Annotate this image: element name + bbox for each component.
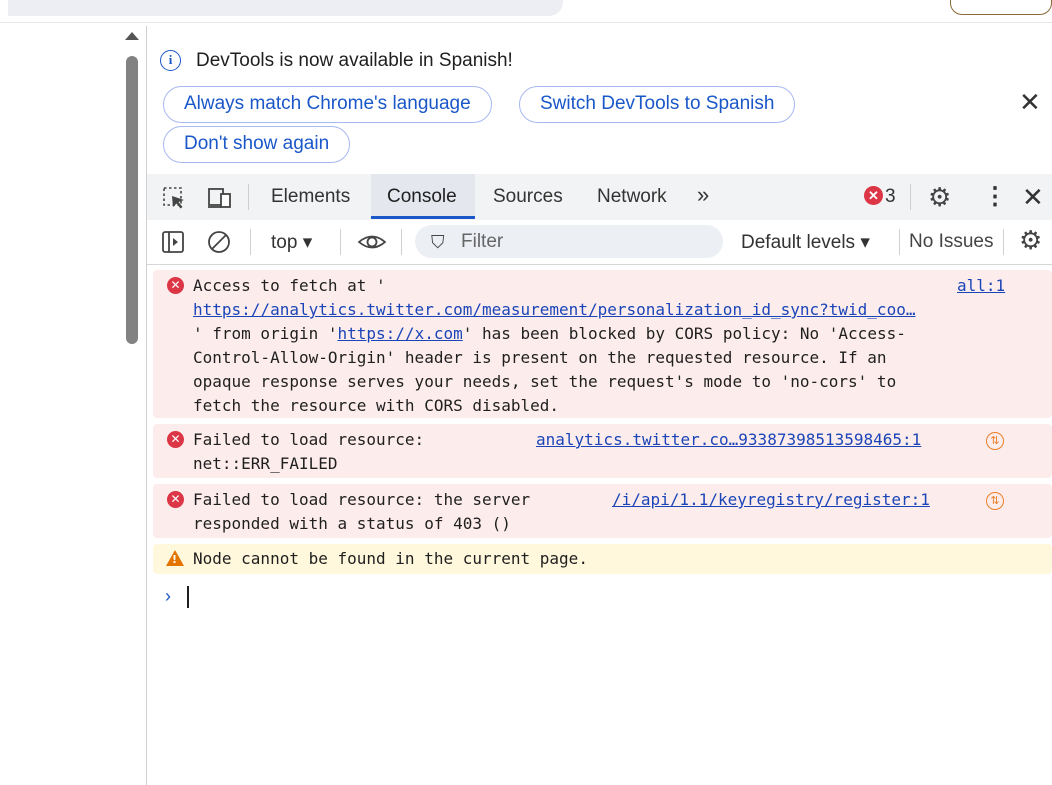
origin-link[interactable]: https://x.com [338, 324, 463, 343]
toolbar-button-fragment[interactable] [950, 0, 1052, 15]
settings-gear-icon[interactable]: ⚙ [928, 182, 951, 213]
error-icon: ✕ [167, 431, 184, 448]
log-levels-dropdown[interactable]: Default levels ▾ [741, 231, 870, 254]
network-request-icon[interactable]: ⇅ [986, 492, 1004, 510]
message-text: Access to fetch at ' https://analytics.t… [193, 274, 915, 418]
source-link[interactable]: /i/api/1.1/keyregistry/register:1 [612, 488, 930, 512]
show-sidebar-icon[interactable] [160, 229, 186, 255]
message-line: responded with a status of 403 () [193, 514, 511, 533]
always-match-language-button[interactable]: Always match Chrome's language [163, 86, 492, 123]
info-icon: i [160, 50, 181, 71]
console-settings-icon[interactable]: ⚙ [1019, 225, 1042, 256]
message-line: Failed to load resource: [193, 430, 425, 449]
infobar-close-icon[interactable]: ✕ [1019, 87, 1041, 118]
filter-placeholder: Filter [461, 231, 504, 252]
tab-network[interactable]: Network [597, 186, 667, 208]
message-line: Control-Allow-Origin' header is present … [193, 348, 887, 367]
page-scrollbar[interactable] [122, 30, 142, 785]
console-error-message: ✕ Access to fetch at ' https://analytics… [153, 270, 1052, 418]
console-prompt-input[interactable] [147, 581, 1052, 621]
clear-console-icon[interactable] [206, 229, 232, 255]
divider [1003, 229, 1004, 255]
message-line: Access to fetch at ' [193, 276, 386, 295]
message-line: Failed to load resource: the server [193, 490, 531, 509]
active-tab-indicator [371, 216, 475, 219]
error-count[interactable]: 3 [885, 186, 896, 208]
filter-input[interactable]: ⛉ Filter [415, 225, 723, 258]
source-link[interactable]: all:1 [957, 274, 1005, 298]
error-icon: ✕ [167, 491, 184, 508]
scroll-thumb[interactable] [126, 56, 138, 344]
address-bar-fragment [8, 0, 563, 16]
console-error-message: ✕ Failed to load resource: net::ERR_FAIL… [153, 424, 1052, 478]
tab-sources[interactable]: Sources [493, 186, 563, 208]
request-url-link[interactable]: https://analytics.twitter.com/measuremen… [193, 300, 915, 319]
divider [0, 22, 1052, 23]
device-toolbar-icon[interactable] [207, 185, 233, 211]
error-icon: ✕ [167, 277, 184, 294]
context-selector[interactable]: top ▾ [271, 231, 312, 254]
message-text: Failed to load resource: net::ERR_FAILED [193, 428, 424, 476]
filter-funnel-icon: ⛉ [431, 232, 445, 252]
live-expression-eye-icon[interactable] [357, 229, 387, 255]
scroll-up-arrow-icon[interactable] [125, 32, 139, 40]
message-text: Node cannot be found in the current page… [193, 549, 588, 568]
devtools-tabbar: Elements Console Sources Network » ✕ 3 ⚙… [147, 174, 1052, 221]
more-tabs-icon[interactable]: » [697, 182, 709, 208]
switch-to-spanish-button[interactable]: Switch DevTools to Spanish [519, 86, 796, 123]
divider [248, 184, 249, 210]
message-line: net::ERR_FAILED [193, 454, 338, 473]
text-caret [187, 586, 189, 608]
dont-show-again-button[interactable]: Don't show again [163, 126, 351, 163]
language-infobar: i DevTools is now available in Spanish! … [147, 26, 1052, 174]
divider [401, 229, 402, 255]
divider [899, 229, 900, 255]
message-text: Failed to load resource: the server resp… [193, 488, 530, 536]
devtools-panel: i DevTools is now available in Spanish! … [147, 26, 1052, 785]
error-badge-icon[interactable]: ✕ [864, 186, 883, 205]
infobar-message: DevTools is now available in Spanish! [196, 50, 513, 71]
console-toolbar: top ▾ ⛉ Filter Default levels ▾ No Issue… [147, 220, 1052, 265]
divider [910, 184, 911, 210]
tab-console[interactable]: Console [387, 186, 457, 208]
inspect-element-icon[interactable] [161, 185, 187, 211]
message-line: ' has been blocked by CORS policy: No 'A… [462, 324, 906, 343]
tab-elements[interactable]: Elements [271, 186, 350, 208]
source-link[interactable]: analytics.twitter.co…93387398513598465:1 [536, 428, 921, 452]
message-line: ' from origin ' [193, 324, 338, 343]
prompt-chevron-icon: › [165, 586, 171, 606]
message-line: fetch the resource with CORS disabled. [193, 396, 560, 415]
more-options-icon[interactable]: ⋮ [983, 182, 1007, 211]
close-devtools-icon[interactable]: ✕ [1022, 182, 1044, 213]
network-request-icon[interactable]: ⇅ [986, 432, 1004, 450]
console-warning-message: ! Node cannot be found in the current pa… [153, 544, 1052, 574]
console-error-message: ✕ Failed to load resource: the server re… [153, 484, 1052, 538]
divider [250, 229, 251, 255]
issues-button[interactable]: No Issues [909, 231, 993, 253]
divider [340, 229, 341, 255]
message-line: opaque response serves your needs, set t… [193, 372, 897, 391]
warning-icon-mark: ! [172, 553, 178, 566]
